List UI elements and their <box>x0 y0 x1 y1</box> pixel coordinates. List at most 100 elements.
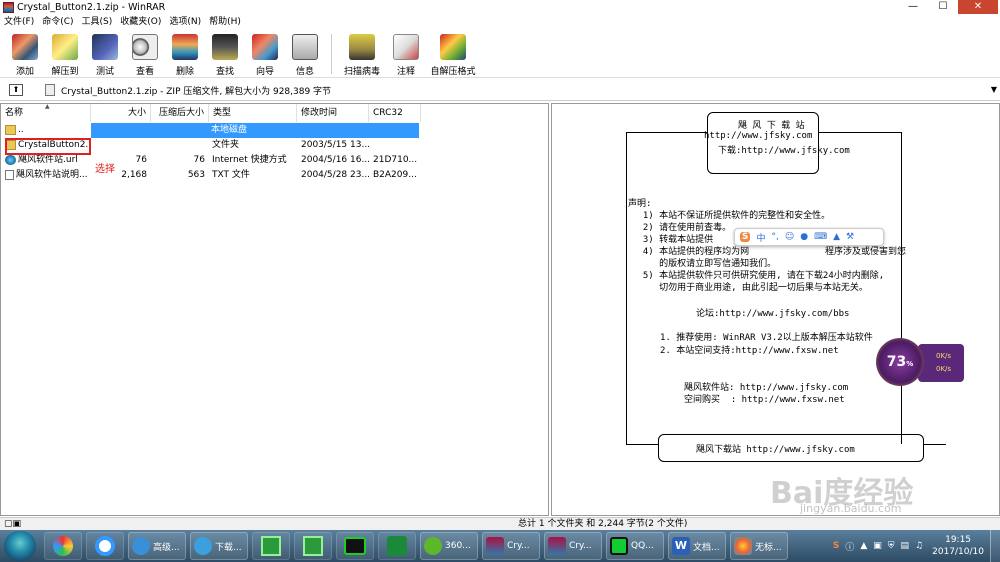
taskbar-app-arrow-icon[interactable] <box>378 532 416 560</box>
emoji-icon[interactable]: ☺ <box>785 232 794 242</box>
watermark-url: jingyan.baidu.com <box>800 502 902 515</box>
minimize-button[interactable]: — <box>898 0 928 14</box>
file-modified: 2004/5/16 16... <box>301 155 369 165</box>
file-type: 文件夹 <box>212 140 240 150</box>
taskbar-item[interactable]: 无标... <box>730 532 788 560</box>
virus-scan-icon <box>349 34 375 60</box>
chevron-down-icon[interactable]: ▼ <box>991 85 997 94</box>
start-button[interactable] <box>4 531 36 561</box>
extract-to-button[interactable]: 解压到 <box>45 30 85 77</box>
taskbar-iqiyi-icon[interactable] <box>336 532 374 560</box>
frame-right <box>901 132 902 444</box>
volume-icon[interactable]: ♫ <box>915 541 923 551</box>
taskbar-item-label: 无标... <box>755 542 782 553</box>
add-label: 添加 <box>15 67 34 77</box>
ime-mode[interactable]: 中 <box>756 231 765 244</box>
comment-label: 注释 <box>396 67 415 77</box>
wrench-icon[interactable]: ⚒ <box>846 232 854 242</box>
keyboard-icon[interactable]: ⌨ <box>814 232 827 242</box>
title-bar: Crystal_Button2.1.zip - WinRAR — ☐ ✕ <box>0 0 1000 15</box>
help-icon[interactable]: ⓘ <box>845 540 854 553</box>
taskbar-item-label: 下载... <box>215 542 242 553</box>
column-type[interactable]: 类型 <box>209 104 297 122</box>
microphone-icon[interactable]: ● <box>800 232 808 242</box>
taskbar-item-label: QQ... <box>631 541 654 551</box>
display-icon[interactable]: ▣ <box>873 541 882 551</box>
forum-url: 论坛:http://www.jfsky.com/bbs <box>696 309 850 319</box>
column-name[interactable]: 名称 ▲ <box>1 104 91 122</box>
taskbar-item[interactable]: W 文档... <box>668 532 726 560</box>
file-row[interactable]: 飓风软件站.url 76 76 Internet 快捷方式 2004/5/16 … <box>1 153 421 168</box>
menu-commands[interactable]: 命令(C) <box>38 15 77 30</box>
footer-line-left <box>626 444 658 445</box>
menu-file[interactable]: 文件(F) <box>0 15 38 30</box>
column-crc[interactable]: CRC32 <box>369 104 421 122</box>
up-folder-button[interactable]: ⬆ <box>9 84 23 96</box>
sfx-icon <box>440 34 466 60</box>
info-button[interactable]: 信息 <box>285 30 325 77</box>
close-button[interactable]: ✕ <box>958 0 998 14</box>
column-packed[interactable]: 压缩后大小 <box>151 104 209 122</box>
taskbar-ie-icon[interactable] <box>86 532 124 560</box>
column-size[interactable]: 大小 <box>91 104 151 122</box>
sfx-button[interactable]: 自解压格式 <box>426 30 480 77</box>
wizard-button[interactable]: 向导 <box>245 30 285 77</box>
menu-help[interactable]: 帮助(H) <box>205 15 245 30</box>
show-desktop-button[interactable] <box>990 530 1000 562</box>
taskbar-app-360-icon[interactable] <box>44 532 82 560</box>
menu-tools[interactable]: 工具(S) <box>78 15 117 30</box>
add-button[interactable]: 添加 <box>5 30 45 77</box>
chevron-up-icon[interactable]: ▲ <box>860 541 867 551</box>
site-url: http://www.jfsky.com <box>704 131 813 141</box>
wizard-label: 向导 <box>255 67 274 77</box>
taskbar-app-green-icon[interactable] <box>294 532 332 560</box>
memory-usage-ball[interactable]: 73% <box>876 338 924 386</box>
menu-bar: 文件(F) 命令(C) 工具(S) 收藏夹(O) 选项(N) 帮助(H) <box>0 15 1000 30</box>
word-icon: W <box>672 537 690 555</box>
taskbar-item[interactable]: QQ... <box>606 532 664 560</box>
file-list: 名称 ▲ 大小 压缩后大小 类型 修改时间 CRC32 .. 本地磁盘 Cryst… <box>0 103 549 516</box>
taskbar-item[interactable]: 高级... <box>128 532 186 560</box>
file-type: Internet 快捷方式 <box>212 155 287 165</box>
clock[interactable]: 19:15 2017/10/10 <box>932 534 984 558</box>
taskbar-item[interactable]: Cry... <box>544 532 602 560</box>
network-icon[interactable]: ▤ <box>901 541 910 551</box>
scan-virus-label: 扫描病毒 <box>343 67 380 77</box>
winrar-icon <box>3 2 14 13</box>
sogou-icon[interactable]: S <box>740 232 751 242</box>
view-button[interactable]: 查看 <box>125 30 165 77</box>
taskbar-item[interactable]: Cry... <box>482 532 540 560</box>
text-file-icon <box>5 169 14 180</box>
column-size-label: 大小 <box>127 108 146 118</box>
file-type: 本地磁盘 <box>211 125 248 135</box>
info-label: 信息 <box>295 67 314 77</box>
file-name: 飓风软件站.url <box>18 155 78 165</box>
comment-button[interactable]: 注释 <box>386 30 426 77</box>
skin-icon[interactable]: ▲ <box>833 232 840 242</box>
taskbar-item[interactable]: 下载... <box>190 532 248 560</box>
sogou-tray-icon[interactable]: S <box>833 541 839 551</box>
upload-speed: 0K/s <box>936 352 952 360</box>
file-row[interactable]: .. 本地磁盘 <box>1 123 421 138</box>
scan-virus-button[interactable]: 扫描病毒 <box>338 30 386 77</box>
menu-options[interactable]: 选项(N) <box>165 15 205 30</box>
punctuation-icon[interactable]: °, <box>772 232 779 242</box>
toolbar: 添加 解压到 测试 查看 删除 查找 向导 信息 扫描病毒 注释 自解压格式 <box>0 30 1000 78</box>
ime-toolbar[interactable]: S 中 °, ☺ ● ⌨ ▲ ⚒ <box>734 228 884 246</box>
find-label: 查找 <box>215 67 234 77</box>
view-icon <box>132 34 158 60</box>
file-name: .. <box>18 125 24 135</box>
find-button[interactable]: 查找 <box>205 30 245 77</box>
test-button[interactable]: 测试 <box>85 30 125 77</box>
shield-icon[interactable]: ⛨ <box>888 541 895 551</box>
taskbar-item[interactable]: 360... <box>420 532 478 560</box>
file-row[interactable]: 飓风软件站说明... 2,168 563 TXT 文件 2004/5/28 23… <box>1 168 421 183</box>
taskbar-app-green-icon[interactable] <box>252 532 290 560</box>
maximize-button[interactable]: ☐ <box>928 0 958 14</box>
extract-icon <box>52 34 78 60</box>
column-modified[interactable]: 修改时间 <box>297 104 369 122</box>
sort-arrow-icon: ▲ <box>45 103 50 110</box>
network-speed-widget[interactable]: 0K/s 0K/s <box>918 344 964 382</box>
menu-favorites[interactable]: 收藏夹(O) <box>116 15 165 30</box>
delete-button[interactable]: 删除 <box>165 30 205 77</box>
